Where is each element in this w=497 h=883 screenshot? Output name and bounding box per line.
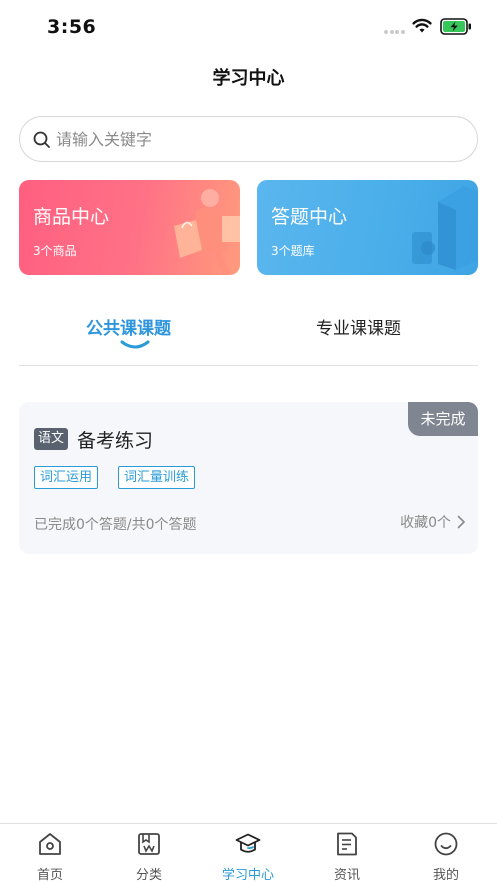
quiz-illustration-icon bbox=[412, 186, 478, 270]
quiz-center-card[interactable]: 答题中心 3个题库 bbox=[257, 180, 478, 275]
tabbar-item-study-center[interactable]: 学习中心 bbox=[208, 824, 288, 883]
smile-icon bbox=[434, 832, 458, 856]
tabbar-item-home[interactable]: 首页 bbox=[10, 824, 90, 883]
tabbar-item-profile[interactable]: 我的 bbox=[406, 824, 486, 883]
tabbar-label-study-center: 学习中心 bbox=[221, 868, 274, 883]
battery-icon bbox=[440, 18, 471, 35]
search-icon bbox=[33, 131, 50, 148]
tabbar-label-news: 资讯 bbox=[333, 868, 360, 883]
bottom-tab-bar: 首页 分类 学习中心 资讯 我的 bbox=[0, 823, 497, 883]
course-tabs: 公共课课题 专业课课题 bbox=[19, 300, 478, 366]
search-bar[interactable] bbox=[19, 116, 478, 162]
tabbar-label-profile: 我的 bbox=[432, 868, 459, 883]
goods-card-subtitle: 3个商品 bbox=[33, 244, 77, 258]
quiz-card-subtitle: 3个题库 bbox=[271, 244, 315, 258]
keyword-tag: 词汇量训练 bbox=[118, 466, 196, 489]
active-tab-indicator bbox=[120, 340, 150, 349]
status-badge: 未完成 bbox=[408, 402, 478, 436]
tabbar-item-category[interactable]: 分类 bbox=[109, 824, 189, 883]
tabbar-item-news[interactable]: 资讯 bbox=[307, 824, 387, 883]
keyword-tag: 词汇运用 bbox=[34, 466, 99, 489]
page-title: 学习中心 bbox=[212, 68, 285, 89]
home-icon bbox=[39, 833, 61, 855]
subject-tag: 语文 bbox=[34, 428, 69, 450]
exam-title: 备考练习 bbox=[77, 430, 154, 452]
shopping-illustration-icon bbox=[174, 189, 240, 275]
tab-public-course[interactable]: 公共课课题 bbox=[86, 314, 171, 339]
tabbar-label-home: 首页 bbox=[36, 868, 63, 883]
favorites-count: 收藏0个 bbox=[400, 515, 451, 531]
goods-center-card[interactable]: 商品中心 3个商品 bbox=[19, 180, 240, 275]
category-icon bbox=[138, 833, 160, 855]
news-icon bbox=[337, 832, 357, 856]
favorites-link[interactable]: 收藏0个 bbox=[400, 512, 466, 532]
progress-text: 已完成0个答题/共0个答题 bbox=[34, 517, 197, 533]
graduation-cap-icon bbox=[235, 833, 261, 853]
tabbar-label-category: 分类 bbox=[135, 868, 162, 883]
quiz-card-title: 答题中心 bbox=[271, 206, 348, 228]
wifi-icon bbox=[412, 18, 432, 33]
status-bar: 3:56 bbox=[0, 0, 497, 54]
goods-card-title: 商品中心 bbox=[33, 206, 110, 228]
tab-major-course[interactable]: 专业课课题 bbox=[316, 314, 401, 339]
status-time: 3:56 bbox=[47, 16, 97, 38]
search-input[interactable] bbox=[56, 117, 456, 161]
exam-practice-card[interactable]: 未完成 语文 备考练习 词汇运用 词汇量训练 已完成0个答题/共0个答题 收藏0… bbox=[19, 402, 478, 554]
signal-icon bbox=[384, 30, 406, 34]
chevron-right-icon bbox=[457, 515, 466, 529]
